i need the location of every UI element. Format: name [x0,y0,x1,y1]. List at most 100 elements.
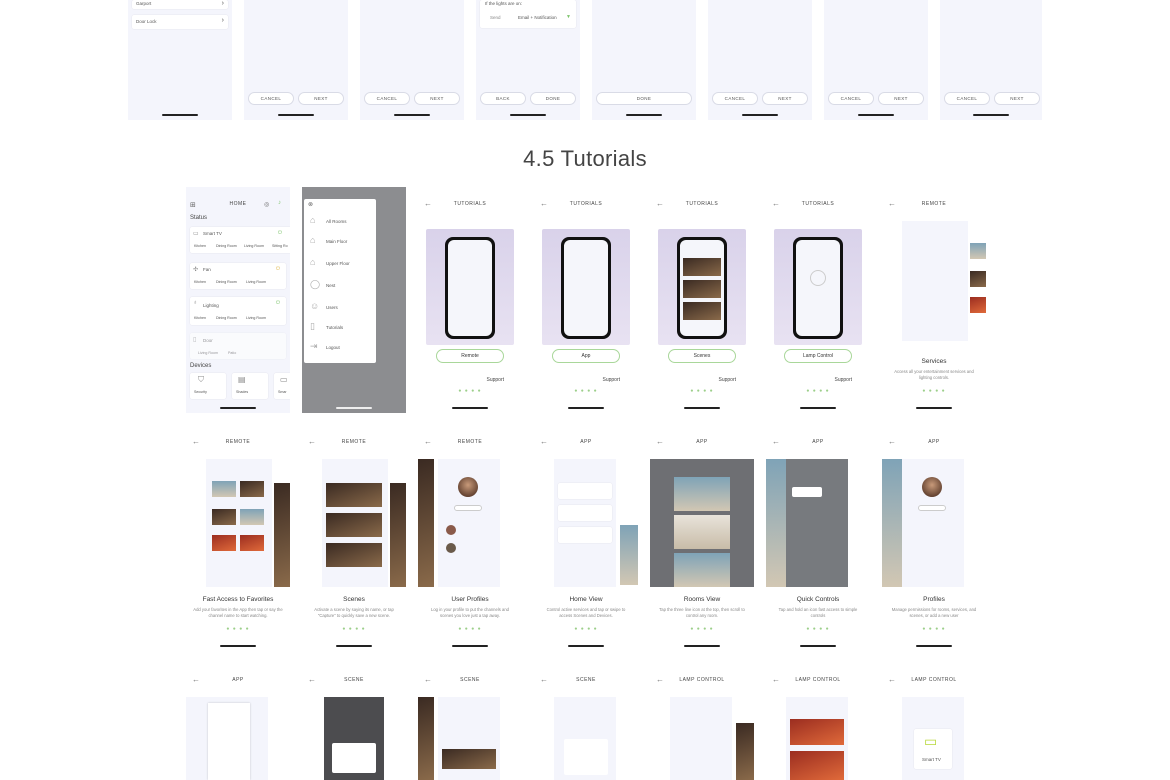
screen-top-8: CANCEL NEXT [940,0,1042,120]
rule-value-select[interactable]: Email + Notification [518,15,557,20]
screen-header: LAMP CONTROL [911,677,957,683]
menu-item-tutorials[interactable]: Tutorials [326,325,343,330]
side-photo [390,483,406,587]
cancel-button[interactable]: CANCEL [364,92,410,105]
tutorial-lamp-control-button[interactable]: Lamp Control [784,349,852,363]
menu-item-users[interactable]: Users [326,305,338,310]
next-button[interactable]: NEXT [762,92,808,105]
home-indicator [510,114,546,116]
menu-item-all-rooms[interactable]: All Rooms [326,219,347,224]
avatar [446,543,456,553]
shades-icon: ▤ [238,375,246,384]
app-preview [786,459,848,587]
toggle-icon[interactable]: ⏻ [276,300,280,306]
done-button[interactable]: DONE [530,92,576,105]
next-button[interactable]: NEXT [298,92,344,105]
tutorial-scenes-button[interactable]: Scenes [668,349,736,363]
manage-profile-button[interactable] [454,505,482,511]
home-indicator [858,114,894,116]
home-title: HOME [229,201,247,207]
status-card-lighting[interactable]: ♁ Lighting ⏻ Kitchen Dining Room Living … [190,297,286,325]
status-card [558,527,612,543]
menu-item-logout[interactable]: Logout [326,345,340,350]
fan-icon: ✣ [193,267,199,273]
room-chip[interactable]: Patio [228,351,236,355]
support-link[interactable]: Support [718,377,736,383]
room-chip[interactable]: Kitchen [194,280,206,284]
room-chip[interactable]: Dining Room [216,316,237,320]
tutorial-description: Log in your profile to put the channels … [431,607,509,618]
cancel-button[interactable]: CANCEL [712,92,758,105]
side-photo [274,483,290,587]
menu-item-nest[interactable]: Nest [326,283,335,288]
room-chip[interactable]: Dining Room [216,280,237,284]
room-chip[interactable]: Sitting Ro [272,244,288,248]
cancel-button[interactable]: CANCEL [944,92,990,105]
home-indicator [394,114,430,116]
tutorial-remote-button[interactable]: Remote [436,349,504,363]
status-card-fan[interactable]: ✣ Fan ⏻ Kitchen Dining Room Living Room [190,263,286,289]
support-link[interactable]: Support [602,377,620,383]
tutorial-app-button[interactable]: App [552,349,620,363]
support-link[interactable]: Support [486,377,504,383]
device-tile-smart-tv[interactable]: ▭ Smart TV [914,729,952,769]
home-indicator [220,407,256,409]
next-button[interactable]: NEXT [878,92,924,105]
app-preview [902,221,968,341]
side-photo [882,459,902,587]
room-chip[interactable]: Kitchen [194,244,206,248]
status-card-smart-tv[interactable]: ▭ Smart TV ⏻ Kitchen Dining Room Living … [190,227,290,253]
screen-header: TUTORIALS [801,201,835,207]
page-dots: ● ● ● ● [806,626,830,632]
nest-icon: ◯ [310,279,321,289]
tutorial-rooms-view: ← APP Rooms View Tap the three line icon… [650,425,754,651]
device-tile-shades[interactable]: ▤ Shades [232,373,268,399]
cancel-button[interactable]: CANCEL [828,92,874,105]
room-chip[interactable]: Kitchen [194,316,206,320]
room-chip[interactable]: Living Room [246,316,266,320]
home-indicator [973,114,1009,116]
home-indicator [568,645,604,647]
home-indicator [278,114,314,116]
tutorial-quick-controls: ← APP Quick Controls Tap and hold an ico… [766,425,870,651]
device-tile-label: Smart TV [922,757,941,762]
room-chip[interactable]: Living Room [244,244,264,248]
toggle-icon[interactable]: ⏻ [276,266,280,272]
device-tile-security[interactable]: ⛉ Security [190,373,226,399]
screen-top-7: CANCEL NEXT [824,0,928,120]
close-icon[interactable]: ⊗ [308,201,313,208]
tutorial-title: Quick Controls [796,596,840,603]
screen-header: SCENE [460,677,480,683]
quick-control-popup[interactable] [792,487,822,497]
cancel-button[interactable]: CANCEL [248,92,294,105]
menu-item-upper-floor[interactable]: Upper Floor [326,261,350,266]
avatar [446,525,456,535]
scene-dialog[interactable] [332,743,376,773]
room-chip[interactable]: Dining Room [216,244,237,248]
support-link[interactable]: Support [834,377,852,383]
favorite-thumb [212,481,236,497]
room-chip[interactable]: Living Room [198,351,218,355]
next-button[interactable]: NEXT [414,92,460,105]
next-button[interactable]: NEXT [994,92,1040,105]
preview-photo [970,297,986,313]
status-item-name: Lighting [203,303,219,308]
settings-icon[interactable]: ◎ [264,201,269,208]
room-chip[interactable]: Living Room [246,280,266,284]
screen-header: SCENE [344,677,364,683]
manage-profile-button[interactable] [918,505,946,511]
scene-dialog[interactable] [564,739,608,775]
done-button[interactable]: DONE [596,92,692,105]
tutorial-title: Fast Access to Favorites [202,596,274,603]
list-item-door-lock[interactable]: Door Lock › [132,15,228,29]
device-tile-smart[interactable]: ▭ Smar [274,373,290,399]
list-item-garport[interactable]: Garport › [132,0,228,9]
bell-icon[interactable]: ♪ [278,200,281,206]
screen-header: TUTORIALS [685,201,719,207]
menu-item-main-floor[interactable]: Main Floor [326,239,347,244]
status-label: Status [190,215,208,221]
status-card-door[interactable]: ▯ Door Living Room Patio [190,333,286,359]
toggle-icon[interactable]: ⏻ [278,230,282,236]
back-button[interactable]: BACK [480,92,526,105]
screen-header: TUTORIALS [453,201,487,207]
